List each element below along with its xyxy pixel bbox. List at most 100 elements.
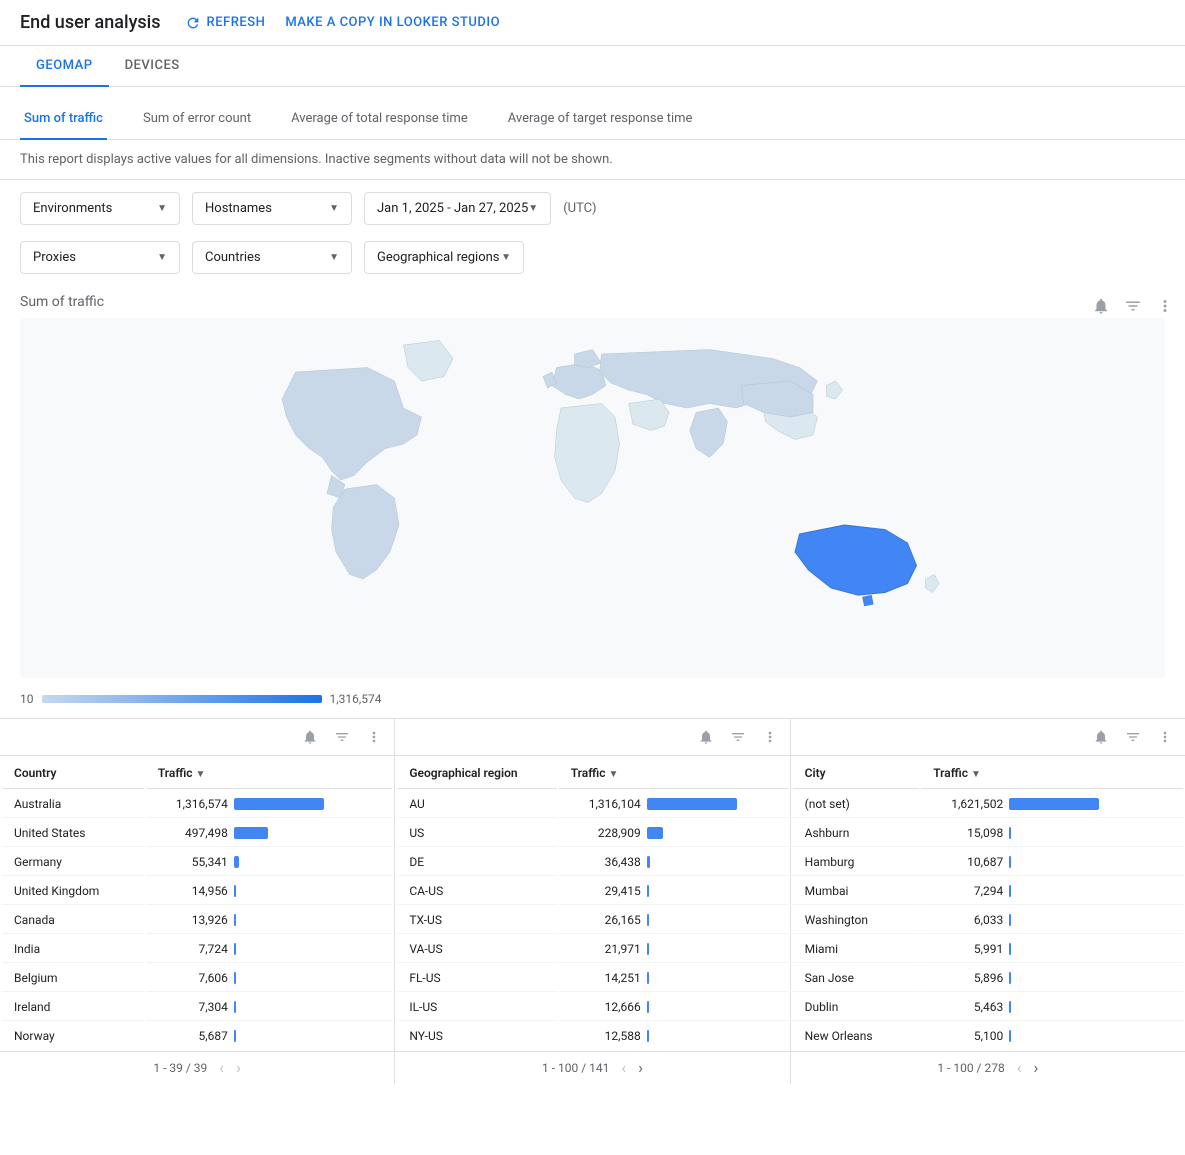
utc-label: (UTC) [563,201,596,216]
table-cell-label: Mumbai [793,878,920,905]
subtab-sum-traffic[interactable]: Sum of traffic [20,103,107,140]
prev-page-arrow[interactable]: ‹ [1017,1060,1022,1076]
alert-icon[interactable] [694,725,718,749]
traffic-bar [647,972,649,984]
table-cell-value: 26,165 [559,907,788,934]
traffic-bar [1009,943,1011,955]
chevron-down-icon: ▼ [329,252,339,263]
table-row: United Kingdom14,956 [2,878,392,905]
bar-cell: 12,666 [571,1000,776,1014]
geo-regions-dropdown[interactable]: Geographical regions ▼ [364,241,524,274]
main-tabs: GEOMAP DEVICES [0,46,1185,87]
traffic-bar [234,914,236,926]
table-cell-value: 1,316,104 [559,791,788,818]
bar-cell: 15,098 [933,826,1171,840]
bar-cell: 228,909 [571,826,776,840]
filter-icon[interactable] [330,725,354,749]
table-row: Ashburn 15,098 [793,820,1183,847]
table-cell-value: 7,606 [146,965,393,992]
traffic-bar [1009,914,1011,926]
country-col-header: Country [2,758,144,789]
traffic-bar [647,827,663,839]
bar-cell: 14,251 [571,971,776,985]
geo-page-info: 1 - 100 / 141 [542,1061,609,1075]
date-range-dropdown[interactable]: Jan 1, 2025 - Jan 27, 2025 ▼ [364,192,551,225]
tab-geomap[interactable]: GEOMAP [20,46,109,87]
table-cell-value: 5,100 [921,1023,1183,1049]
table-cell-label: Ashburn [793,820,920,847]
next-page-arrow[interactable]: › [236,1060,241,1076]
world-map [20,318,1165,678]
scale-bar: 10 1,316,574 [0,686,1185,718]
more-icon[interactable] [1153,725,1177,749]
subtab-avg-target-response[interactable]: Average of target response time [504,103,697,140]
table-row: Canada13,926 [2,907,392,934]
table-row: New Orleans5,100 [793,1023,1183,1049]
prev-page-arrow[interactable]: ‹ [219,1060,224,1076]
table-cell-value: 5,991 [921,936,1183,963]
traffic-bar [647,1001,649,1013]
bar-cell: 55,341 [158,855,381,869]
table-cell-value: 12,666 [559,994,788,1021]
next-page-arrow[interactable]: › [1034,1060,1039,1076]
more-icon[interactable] [362,725,386,749]
bar-cell: 1,316,104 [571,797,776,811]
table-row: NY-US12,588 [397,1023,787,1049]
info-bar: This report displays active values for a… [0,140,1185,180]
sort-arrow-icon: ▼ [196,769,206,780]
more-icon[interactable] [1153,294,1177,318]
copy-label: MAKE A COPY IN LOOKER STUDIO [285,15,500,30]
countries-table-panel: Country Traffic ▼ Australia1,316,574Unit… [0,719,395,1084]
traffic-bar [234,1001,236,1013]
filter-icon[interactable] [1121,725,1145,749]
bar-cell: 7,304 [158,1000,381,1014]
traffic-col-header: Traffic ▼ [146,758,393,789]
city-table-panel: City Traffic ▼ (not set)1,621,502Ashburn… [791,719,1185,1084]
copy-looker-button[interactable]: MAKE A COPY IN LOOKER STUDIO [285,15,500,30]
table-cell-value: 12,588 [559,1023,788,1049]
table-cell-label: Australia [2,791,144,818]
traffic-bar [1009,885,1011,897]
subtab-sum-error[interactable]: Sum of error count [139,103,255,140]
prev-page-arrow[interactable]: ‹ [621,1060,626,1076]
refresh-button[interactable]: REFRESH [185,15,266,31]
more-icon[interactable] [758,725,782,749]
bar-cell: 21,971 [571,942,776,956]
city-col-header: City [793,758,920,789]
filter-icon[interactable] [1121,294,1145,318]
tab-devices[interactable]: DEVICES [109,46,196,87]
next-page-arrow[interactable]: › [638,1060,643,1076]
table-cell-label: DE [397,849,556,876]
page-title: End user analysis [20,12,161,33]
table-cell-label: AU [397,791,556,818]
table-cell-label: New Orleans [793,1023,920,1049]
environments-dropdown[interactable]: Environments ▼ [20,192,180,225]
countries-table-header-icons [0,719,394,756]
geo-traffic-col-header: Traffic ▼ [559,758,788,789]
traffic-bar [647,856,650,868]
table-cell-label: NY-US [397,1023,556,1049]
geo-pagination: 1 - 100 / 141 ‹ › [395,1051,789,1084]
table-cell-label: Miami [793,936,920,963]
traffic-bar [647,943,649,955]
subtab-avg-total-response[interactable]: Average of total response time [287,103,472,140]
sort-arrow-icon: ▼ [608,769,618,780]
sort-arrow-icon: ▼ [971,769,981,780]
geo-table: Geographical region Traffic ▼ AU1,316,10… [395,756,789,1051]
table-row: Mumbai7,294 [793,878,1183,905]
refresh-label: REFRESH [207,15,266,30]
table-row: VA-US21,971 [397,936,787,963]
table-cell-label: Norway [2,1023,144,1049]
alert-icon[interactable] [1089,294,1113,318]
table-cell-value: 1,621,502 [921,791,1183,818]
bar-cell: 7,606 [158,971,381,985]
alert-icon[interactable] [1089,725,1113,749]
alert-icon[interactable] [298,725,322,749]
hostnames-dropdown[interactable]: Hostnames ▼ [192,192,352,225]
filter-icon[interactable] [726,725,750,749]
traffic-bar [1009,827,1011,839]
table-row: Germany55,341 [2,849,392,876]
proxies-dropdown[interactable]: Proxies ▼ [20,241,180,274]
table-cell-label: TX-US [397,907,556,934]
countries-dropdown[interactable]: Countries ▼ [192,241,352,274]
